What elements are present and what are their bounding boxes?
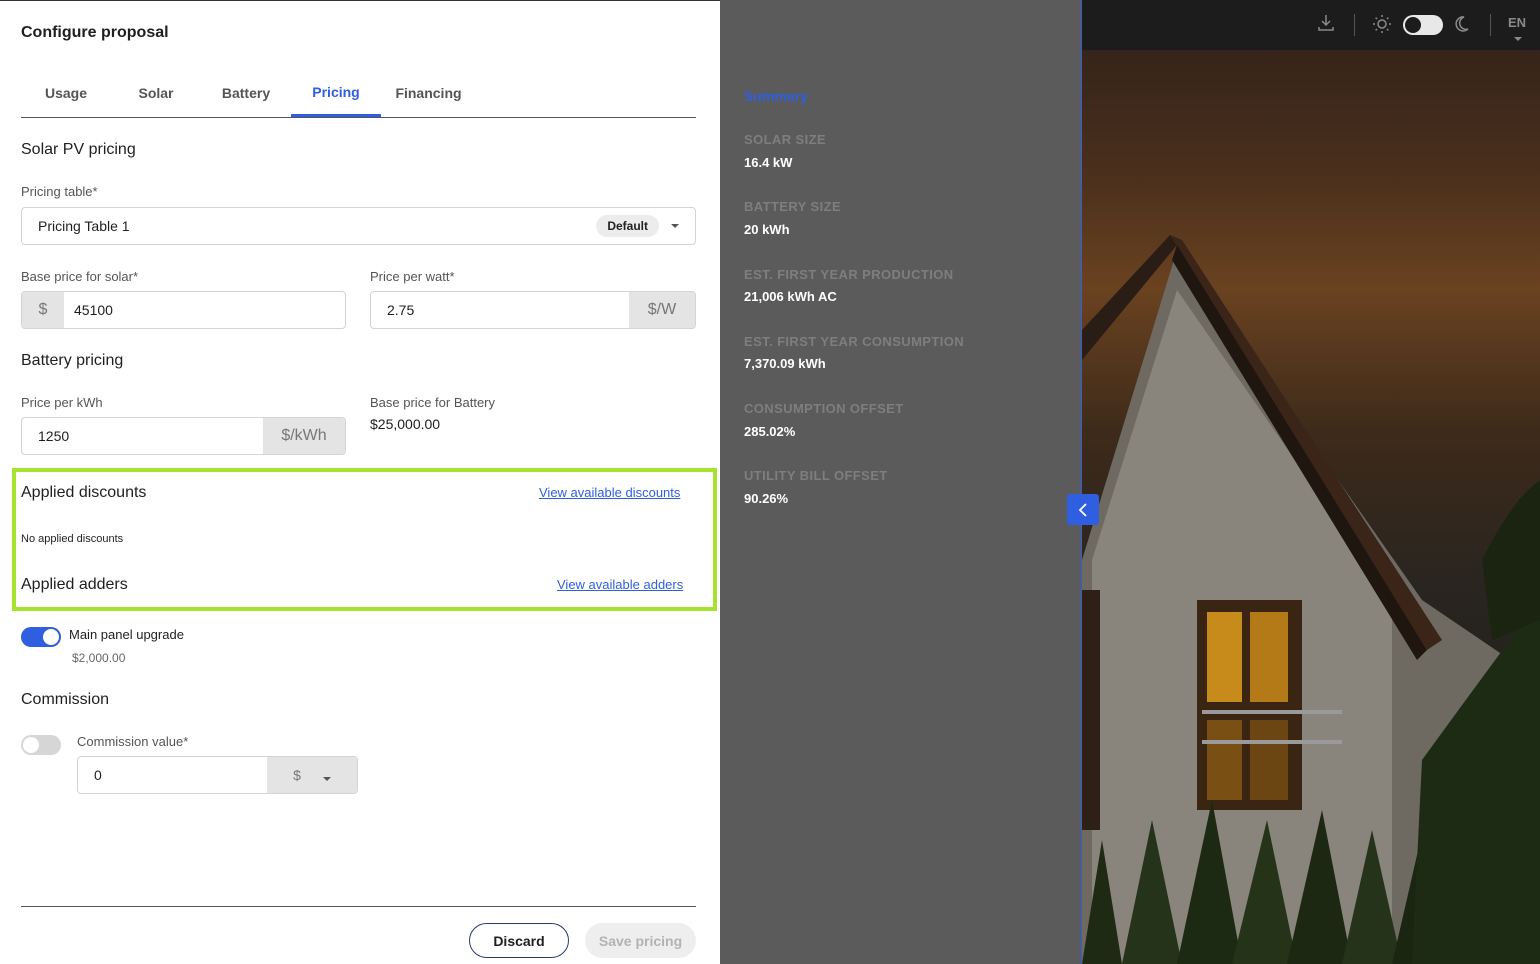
commission-value: 0 bbox=[94, 767, 102, 783]
base-price-solar-value: 45100 bbox=[74, 302, 113, 318]
chevron-down-icon bbox=[1514, 36, 1522, 41]
main-panel-upgrade-toggle[interactable] bbox=[21, 627, 61, 647]
per-watt-suffix: $/W bbox=[629, 292, 695, 328]
language-label: EN bbox=[1508, 15, 1527, 30]
summary-title: Summary bbox=[744, 88, 808, 104]
save-pricing-button[interactable]: Save pricing bbox=[585, 923, 696, 958]
price-per-kwh-field[interactable]: 1250 $/kWh bbox=[21, 417, 346, 455]
applied-adders-title: Applied adders bbox=[21, 576, 128, 593]
page-title: Configure proposal bbox=[21, 24, 169, 41]
download-icon[interactable] bbox=[1318, 14, 1334, 37]
base-price-battery-value: $25,000.00 bbox=[370, 416, 441, 432]
tab-usage[interactable]: Usage bbox=[21, 69, 111, 117]
moon-icon bbox=[1455, 15, 1473, 38]
toolbar-separator bbox=[1490, 14, 1491, 36]
toggle-knob bbox=[43, 629, 59, 645]
footer-divider bbox=[21, 906, 696, 907]
language-selector[interactable]: EN bbox=[1508, 15, 1540, 45]
tab-bar: Usage Solar Battery Pricing Financing bbox=[21, 69, 696, 118]
chevron-left-icon bbox=[1078, 502, 1087, 517]
price-per-watt-value: 2.75 bbox=[387, 302, 415, 318]
toggle-knob bbox=[1405, 17, 1421, 33]
view-adders-link[interactable]: View available adders bbox=[557, 577, 683, 592]
summary-value-bill-offset: 90.26% bbox=[744, 491, 789, 506]
commission-value-field[interactable]: 0 $ bbox=[77, 756, 358, 794]
commission-title: Commission bbox=[21, 691, 110, 708]
solar-pricing-title: Solar PV pricing bbox=[21, 141, 136, 158]
house-background-image bbox=[1082, 0, 1540, 964]
toggle-knob bbox=[23, 737, 39, 753]
summary-value-solar-size: 16.4 kW bbox=[744, 155, 793, 170]
configure-panel: Configure proposal Usage Solar Battery P… bbox=[0, 0, 720, 964]
tab-pricing[interactable]: Pricing bbox=[291, 69, 381, 117]
per-kwh-suffix: $/kWh bbox=[263, 418, 345, 454]
summary-label-consumption: EST. FIRST YEAR CONSUMPTION bbox=[744, 334, 965, 349]
battery-pricing-title: Battery pricing bbox=[21, 352, 124, 369]
base-price-solar-label: Base price for solar* bbox=[21, 269, 139, 284]
default-badge: Default bbox=[596, 215, 659, 237]
tab-battery[interactable]: Battery bbox=[201, 69, 291, 117]
toolbar-separator bbox=[1354, 14, 1355, 36]
sun-icon bbox=[1372, 14, 1392, 39]
commission-toggle[interactable] bbox=[21, 735, 61, 755]
theme-toggle[interactable] bbox=[1403, 15, 1443, 35]
summary-label-battery-size: BATTERY SIZE bbox=[744, 199, 842, 214]
collapse-summary-button[interactable] bbox=[1067, 494, 1099, 525]
pricing-table-value: Pricing Table 1 bbox=[38, 218, 130, 234]
commission-value-label: Commission value* bbox=[77, 734, 189, 749]
summary-label-consumption-offset: CONSUMPTION OFFSET bbox=[744, 401, 904, 416]
price-per-kwh-label: Price per kWh bbox=[21, 395, 103, 410]
summary-value-production: 21,006 kWh AC bbox=[744, 289, 837, 304]
price-per-watt-label: Price per watt* bbox=[370, 269, 455, 284]
tab-financing[interactable]: Financing bbox=[381, 69, 476, 117]
base-price-battery-label: Base price for Battery bbox=[370, 395, 495, 410]
discard-button[interactable]: Discard bbox=[469, 923, 569, 958]
chevron-down-icon bbox=[671, 224, 679, 228]
dollar-prefix: $ bbox=[22, 292, 64, 328]
summary-value-consumption-offset: 285.02% bbox=[744, 424, 796, 439]
tab-solar[interactable]: Solar bbox=[111, 69, 201, 117]
summary-label-bill-offset: UTILITY BILL OFFSET bbox=[744, 468, 888, 483]
pricing-table-label: Pricing table* bbox=[21, 184, 98, 199]
no-discounts-text: No applied discounts bbox=[21, 533, 124, 545]
summary-label-solar-size: SOLAR SIZE bbox=[744, 132, 827, 147]
applied-discounts-title: Applied discounts bbox=[21, 484, 147, 501]
summary-value-battery-size: 20 kWh bbox=[744, 222, 790, 237]
top-toolbar: EN bbox=[1082, 0, 1540, 50]
adder-price: $2,000.00 bbox=[72, 651, 126, 665]
chevron-down-icon bbox=[322, 777, 331, 781]
adder-label: Main panel upgrade bbox=[69, 627, 184, 642]
summary-panel: Summary SOLAR SIZE 16.4 kW BATTERY SIZE … bbox=[720, 0, 1082, 964]
commission-unit: $ bbox=[293, 767, 301, 783]
base-price-solar-field[interactable]: $ 45100 bbox=[21, 291, 346, 329]
house-illustration bbox=[1082, 235, 1540, 964]
pricing-table-select[interactable]: Pricing Table 1 Default bbox=[21, 207, 696, 245]
summary-label-production: EST. FIRST YEAR PRODUCTION bbox=[744, 267, 954, 282]
commission-unit-select[interactable]: $ bbox=[267, 757, 357, 793]
price-per-watt-field[interactable]: 2.75 $/W bbox=[370, 291, 696, 329]
summary-value-consumption: 7,370.09 kWh bbox=[744, 356, 826, 371]
price-per-kwh-value: 1250 bbox=[38, 428, 70, 444]
view-discounts-link[interactable]: View available discounts bbox=[539, 485, 680, 500]
